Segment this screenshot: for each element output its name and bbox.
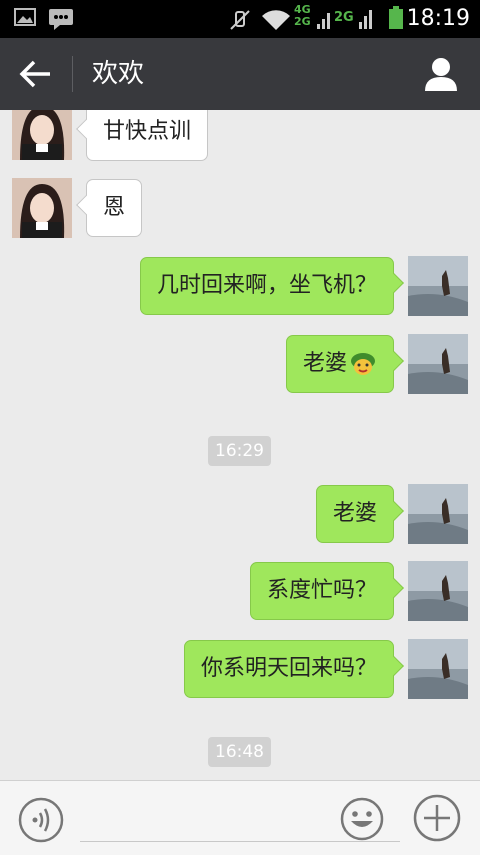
my-avatar[interactable] bbox=[408, 256, 468, 316]
wifi-icon bbox=[262, 10, 290, 30]
my-avatar[interactable] bbox=[408, 484, 468, 544]
message-text: 恩 bbox=[103, 195, 126, 220]
message-input[interactable] bbox=[80, 799, 334, 841]
battery-icon bbox=[389, 6, 403, 29]
message-input-bar bbox=[0, 780, 480, 855]
mute-icon bbox=[230, 10, 250, 30]
picture-icon bbox=[14, 8, 36, 26]
timestamp-divider: 16:29 bbox=[208, 436, 271, 466]
chat-message-list[interactable]: 甘快点训 恩 几时回来啊，坐飞机？ 老婆 16:29 老婆 系度忙吗？ 你系明天… bbox=[0, 110, 480, 780]
arrow-left-icon[interactable] bbox=[18, 58, 54, 90]
chat-title: 欢欢 bbox=[92, 59, 145, 89]
chat-header: 欢欢 bbox=[0, 38, 480, 110]
smiley-icon[interactable] bbox=[340, 797, 384, 841]
status-bar: 4G 2G 2G 18:19 bbox=[0, 0, 480, 38]
plus-icon[interactable] bbox=[412, 793, 462, 843]
message-text: 老婆 bbox=[332, 501, 377, 526]
header-divider bbox=[72, 56, 73, 92]
my-avatar[interactable] bbox=[408, 639, 468, 699]
status-time: 18:19 bbox=[406, 6, 470, 31]
outgoing-message-bubble[interactable]: 你系明天回来吗？ bbox=[183, 640, 394, 698]
signal-icon bbox=[317, 13, 330, 29]
message-text: 几时回来啊，坐飞机？ bbox=[156, 273, 377, 298]
turtle-emoji-icon bbox=[351, 353, 375, 375]
message-text: 系度忙吗？ bbox=[266, 578, 377, 603]
contact-avatar[interactable] bbox=[12, 110, 72, 160]
voice-icon[interactable] bbox=[18, 797, 64, 843]
timestamp-divider: 16:48 bbox=[208, 737, 271, 767]
network-type-label: 4G 2G bbox=[294, 3, 311, 28]
message-icon bbox=[49, 9, 73, 30]
signal-icon-2 bbox=[359, 10, 372, 29]
outgoing-message-bubble[interactable]: 老婆 bbox=[285, 335, 394, 393]
message-text: 甘快点训 bbox=[103, 119, 192, 144]
message-text: 老婆 bbox=[302, 351, 347, 376]
incoming-message-bubble[interactable]: 恩 bbox=[86, 179, 143, 237]
contact-avatar[interactable] bbox=[12, 178, 72, 238]
outgoing-message-bubble[interactable]: 系度忙吗？ bbox=[249, 562, 394, 620]
person-icon[interactable] bbox=[424, 56, 458, 92]
input-underline bbox=[80, 841, 400, 842]
incoming-message-bubble[interactable]: 甘快点训 bbox=[86, 110, 209, 161]
outgoing-message-bubble[interactable]: 老婆 bbox=[315, 485, 394, 543]
network-type-label-2: 2G bbox=[334, 10, 354, 25]
my-avatar[interactable] bbox=[408, 561, 468, 621]
my-avatar[interactable] bbox=[408, 334, 468, 394]
outgoing-message-bubble[interactable]: 几时回来啊，坐飞机？ bbox=[139, 257, 394, 315]
message-text: 你系明天回来吗？ bbox=[200, 656, 377, 681]
